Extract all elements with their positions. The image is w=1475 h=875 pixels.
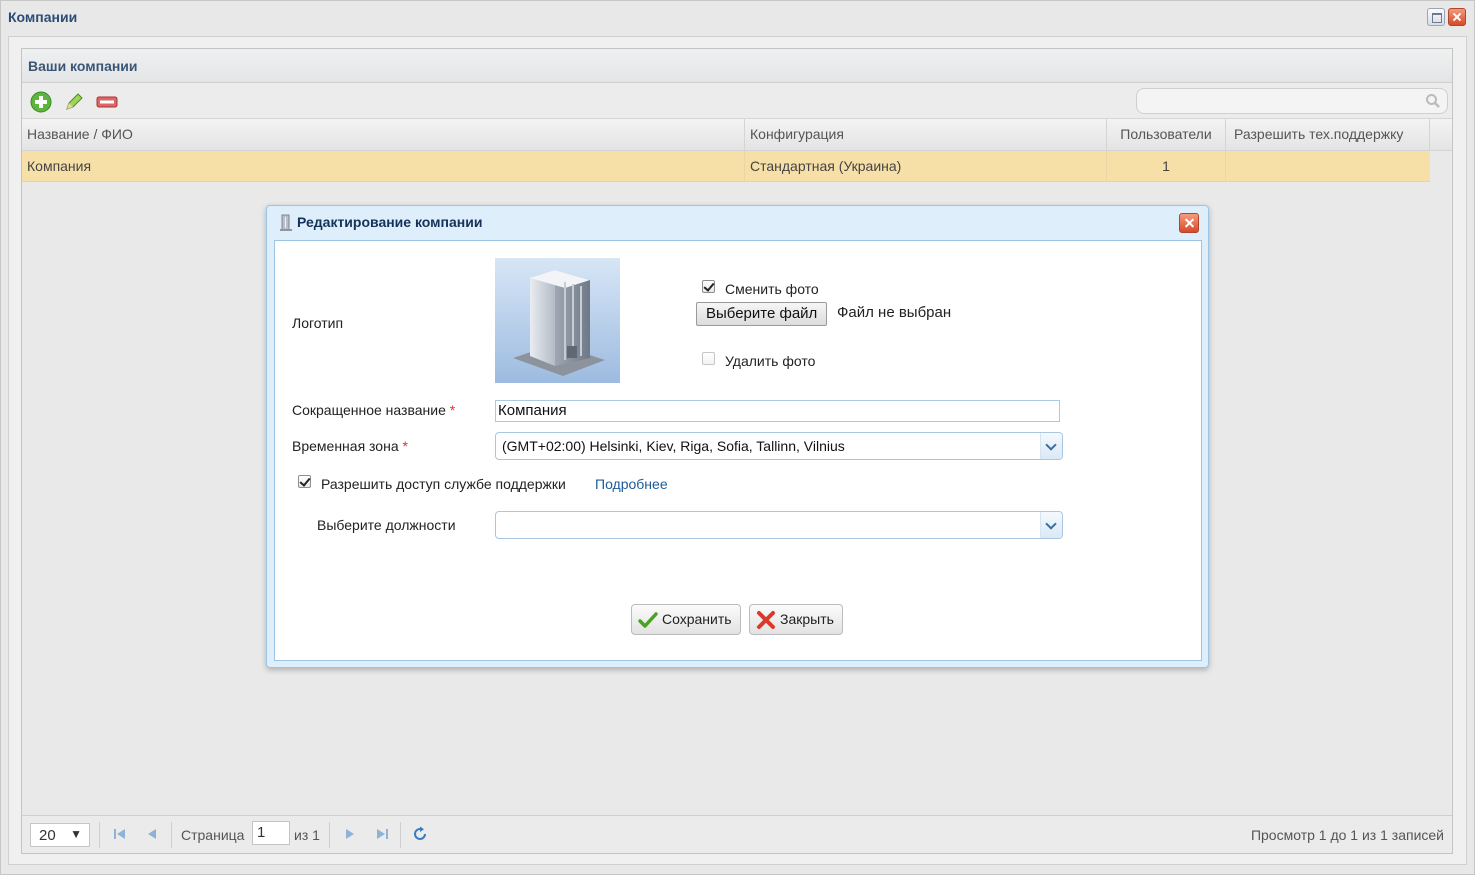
chevron-down-icon[interactable] (1040, 433, 1062, 459)
cell-config: Стандартная (Украина) (745, 151, 1107, 181)
close-button-label: Закрыть (780, 611, 834, 627)
timezone-label-text: Временная зона (292, 438, 399, 454)
dialog-body: Логотип Сменить фото Выберите файл Файл … (274, 240, 1202, 661)
maximize-icon[interactable] (1427, 8, 1445, 26)
column-header-users[interactable]: Пользователи (1107, 119, 1226, 150)
grid-header: Название / ФИО Конфигурация Пользователи… (22, 119, 1452, 151)
prev-page-icon[interactable] (145, 826, 161, 842)
building-icon (279, 214, 293, 235)
change-photo-checkbox[interactable] (702, 280, 715, 293)
short-name-label: Сокращенное название * (292, 402, 455, 418)
pager-divider (329, 822, 330, 848)
timezone-value: (GMT+02:00) Helsinki, Kiev, Riga, Sofia,… (502, 438, 845, 454)
plus-icon[interactable] (30, 91, 52, 113)
last-page-icon[interactable] (374, 826, 390, 842)
positions-select[interactable] (495, 511, 1063, 539)
column-header-support[interactable]: Разрешить тех.поддержку (1226, 119, 1430, 150)
dialog-header[interactable]: Редактирование компании (267, 206, 1208, 240)
required-mark: * (402, 438, 408, 454)
table-row[interactable]: Компания Стандартная (Украина) 1 (22, 151, 1430, 182)
minus-icon[interactable] (96, 91, 118, 113)
cell-users: 1 (1107, 151, 1226, 181)
pager: 20 ▼ Страница 1 из 1 Просмотр 1 до 1 из … (22, 815, 1452, 853)
refresh-icon[interactable] (412, 826, 428, 842)
building-logo-icon (513, 270, 605, 376)
short-name-label-text: Сокращенное название (292, 402, 446, 418)
panel-title: Ваши компании (22, 49, 1452, 83)
checkmark-icon (638, 610, 658, 633)
pencil-icon[interactable] (63, 91, 85, 113)
more-info-link[interactable]: Подробнее (595, 476, 668, 492)
search-icon (1425, 93, 1441, 112)
page-total: из 1 (294, 827, 320, 843)
page-size-select[interactable]: 20 ▼ (30, 823, 90, 847)
save-button-label: Сохранить (662, 611, 732, 627)
support-access-label: Разрешить доступ службе поддержки (321, 476, 566, 492)
grid-toolbar (22, 83, 1452, 119)
logo-label: Логотип (292, 315, 344, 331)
change-photo-label: Сменить фото (725, 281, 819, 297)
pager-divider (171, 822, 172, 848)
search-input[interactable] (1136, 88, 1448, 114)
records-info: Просмотр 1 до 1 из 1 записей (1250, 827, 1444, 843)
timezone-label: Временная зона * (292, 438, 408, 454)
company-logo (495, 258, 620, 383)
pager-divider (99, 822, 100, 848)
next-page-icon[interactable] (341, 826, 357, 842)
dropdown-arrow-icon: ▼ (70, 827, 82, 841)
first-page-icon[interactable] (112, 826, 128, 842)
required-mark: * (449, 402, 456, 418)
file-status: Файл не выбран (837, 304, 952, 321)
page-label: Страница (181, 827, 245, 843)
save-button[interactable]: Сохранить (631, 604, 741, 635)
choose-file-button[interactable]: Выберите файл (696, 302, 828, 326)
cell-name: Компания (22, 151, 745, 181)
timezone-select[interactable]: (GMT+02:00) Helsinki, Kiev, Riga, Sofia,… (495, 432, 1063, 460)
close-icon[interactable] (1448, 8, 1466, 26)
support-access-checkbox[interactable] (298, 475, 311, 488)
delete-photo-checkbox[interactable] (702, 352, 715, 365)
pager-divider (400, 822, 401, 848)
close-icon[interactable] (1179, 213, 1199, 233)
edit-company-dialog: Редактирование компании Логотип Сменить … (266, 205, 1209, 668)
delete-photo-label: Удалить фото (725, 353, 816, 369)
x-icon (756, 610, 776, 633)
column-header-config[interactable]: Конфигурация (745, 119, 1107, 150)
window-tools (1427, 8, 1466, 26)
cell-support (1226, 151, 1430, 181)
chevron-down-icon[interactable] (1040, 512, 1062, 538)
dialog-title: Редактирование компании (297, 214, 483, 230)
window-title: Компании (8, 9, 78, 25)
page-number-input[interactable]: 1 (252, 821, 290, 845)
positions-label: Выберите должности (317, 517, 456, 533)
page-size-value: 20 (39, 827, 56, 844)
column-header-name[interactable]: Название / ФИО (22, 119, 745, 150)
close-button[interactable]: Закрыть (749, 604, 843, 635)
short-name-input[interactable]: Компания (495, 400, 1060, 422)
